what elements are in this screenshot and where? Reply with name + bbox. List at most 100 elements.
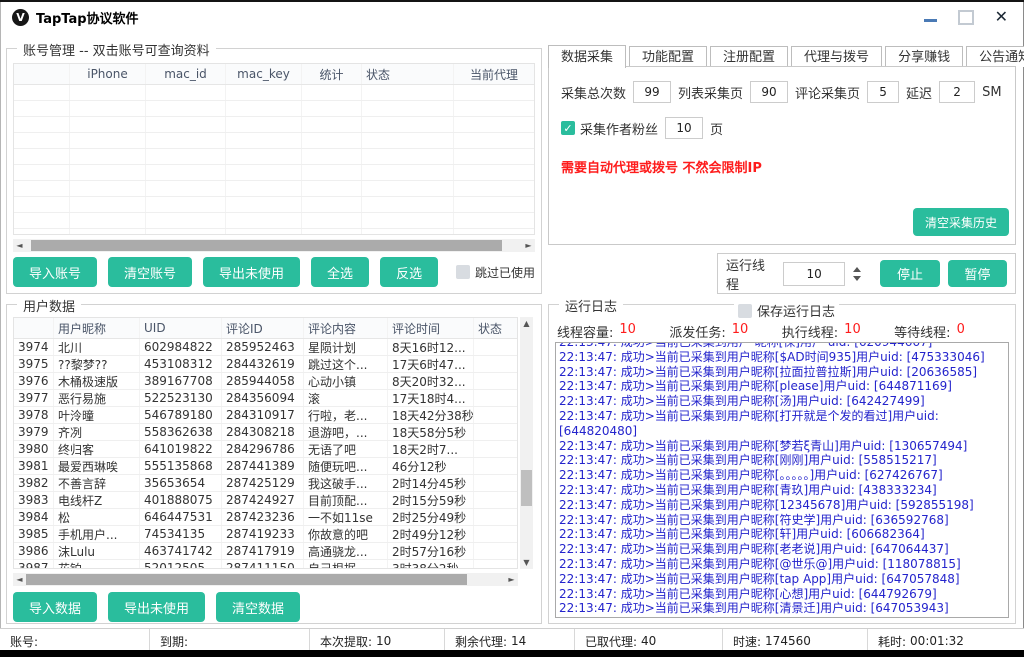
row-status xyxy=(474,424,517,440)
user-table-row[interactable]: 3974 北川 602984822 285952463 星陨计划 8天16时12… xyxy=(14,339,517,356)
row-time: 3时38分2秒 xyxy=(388,560,474,569)
user-action-button[interactable]: 导出未使用 xyxy=(108,592,205,622)
user-table-row[interactable]: 3982 不善言辞 35653654 287425129 我这破手... 2时1… xyxy=(14,475,517,492)
scroll-right-icon[interactable]: ► xyxy=(522,239,535,252)
row-uid: 558362638 xyxy=(140,424,222,440)
collect-fans-checkbox-wrap[interactable]: ✓ 采集作者粉丝 xyxy=(561,119,658,138)
account-table-hscrollbar[interactable]: ◄ ► xyxy=(13,239,535,252)
row-uid: 389167708 xyxy=(140,373,222,389)
user-table-row[interactable]: 3977 恶行易施 522523130 284356094 滚 17天18时4.… xyxy=(14,390,517,407)
user-table[interactable]: 用户昵称 UID 评论ID 评论内容 评论时间 状态 3974 北川 60298… xyxy=(13,317,518,569)
skip-used-checkbox[interactable] xyxy=(456,265,470,279)
row-time: 8天16时12... xyxy=(388,339,474,355)
user-action-button[interactable]: 导入数据 xyxy=(13,592,97,622)
scroll-left-icon[interactable]: ◄ xyxy=(13,239,26,252)
skip-used-checkbox-wrap[interactable]: 跳过已使用 xyxy=(456,264,535,281)
user-col-commentid: 评论ID xyxy=(222,318,304,338)
account-col-mackey: mac_key xyxy=(226,64,302,84)
account-empty-row[interactable] xyxy=(14,213,534,229)
total-count-input[interactable] xyxy=(633,81,671,103)
account-empty-row[interactable] xyxy=(14,229,534,235)
account-empty-row[interactable] xyxy=(14,101,534,117)
row-nickname: 电线杆Z xyxy=(54,492,140,508)
clear-history-button[interactable]: 清空采集历史 xyxy=(913,208,1009,236)
window-border-bottom xyxy=(0,650,1024,657)
account-table[interactable]: iPhone mac_id mac_key 统计 状态 当前代理 xyxy=(13,63,535,235)
scroll-right-icon[interactable]: ► xyxy=(505,573,518,586)
account-action-button[interactable]: 清空账号 xyxy=(108,257,192,287)
minimize-icon[interactable] xyxy=(924,19,937,22)
stepper-down-icon[interactable] xyxy=(853,276,861,281)
account-empty-row[interactable] xyxy=(14,133,534,149)
save-log-checkbox-wrap[interactable]: 保存运行日志 xyxy=(734,301,839,320)
user-table-row[interactable]: 3976 木桶极速版 389167708 285944058 心动小镇 8天20… xyxy=(14,373,517,390)
account-action-button[interactable]: 导入账号 xyxy=(13,257,97,287)
row-uid: 463741742 xyxy=(140,543,222,559)
skip-used-label: 跳过已使用 xyxy=(475,264,535,281)
thread-count-stepper[interactable] xyxy=(853,267,866,281)
user-table-row[interactable]: 3980 终归客 641019822 284296786 无语了吧 18天2时7… xyxy=(14,441,517,458)
run-log-legend: 运行日志 xyxy=(559,296,623,315)
account-buttons-row: 导入账号清空账号导出未使用全选反选 跳过已使用 xyxy=(13,257,535,287)
run-log-output[interactable]: 22:13:47: 成功>当前已采集到用户 昵称[保]用户 uid: [6209… xyxy=(555,342,1009,618)
stepper-up-icon[interactable] xyxy=(853,267,861,272)
tab-item[interactable]: 分享赚钱 xyxy=(885,46,963,67)
user-table-row[interactable]: 3985 手机用户... 74534135 287419233 你故意的吧 2时… xyxy=(14,526,517,543)
log-line: 22:13:47: 成功>当前已采集到用户昵称[梦若ξ青山]用户uid: [13… xyxy=(559,439,1005,454)
scroll-down-icon[interactable]: ▼ xyxy=(523,556,529,569)
account-empty-row[interactable] xyxy=(14,165,534,181)
tab-item[interactable]: 公告通知 xyxy=(966,46,1024,67)
scroll-left-icon[interactable]: ◄ xyxy=(13,573,26,586)
list-pages-input[interactable] xyxy=(750,81,788,103)
comment-pages-label: 评论采集页 xyxy=(795,83,860,102)
row-commentid: 287441389 xyxy=(222,458,304,474)
tab-item[interactable]: 功能配置 xyxy=(629,46,707,67)
scroll-up-icon[interactable]: ▲ xyxy=(523,317,529,330)
row-uid: 401888075 xyxy=(140,492,222,508)
tab-item[interactable]: 数据采集 xyxy=(548,45,626,68)
account-col-status: 状态 xyxy=(362,64,454,84)
account-empty-row[interactable] xyxy=(14,197,534,213)
user-action-button[interactable]: 清空数据 xyxy=(216,592,300,622)
status-label: 时速: xyxy=(733,633,761,650)
row-status xyxy=(474,441,517,457)
pause-button[interactable]: 暂停 xyxy=(948,260,1007,287)
user-table-row[interactable]: 3986 沫Lulu 463741742 287417919 高通骁龙... 2… xyxy=(14,543,517,560)
user-table-row[interactable]: 3981 最爱西琳唉 555135868 287441389 随便玩吧... 4… xyxy=(14,458,517,475)
fans-pages-input[interactable] xyxy=(665,117,703,139)
save-log-checkbox[interactable] xyxy=(738,304,752,318)
user-table-vscrollbar[interactable]: ▲ ▼ xyxy=(520,317,533,569)
thread-count-input[interactable] xyxy=(783,262,845,286)
user-table-row[interactable]: 3984 松 646447531 287423236 一不如11se 2时25分… xyxy=(14,509,517,526)
account-management-group: 账号管理 -- 双击账号可查询资料 iPhone mac_id mac_key … xyxy=(6,48,542,294)
user-table-row[interactable]: 3983 电线杆Z 401888075 287424927 目前顶配... 2时… xyxy=(14,492,517,509)
log-line: 22:13:47: 成功>当前已采集到用户昵称[tap App]用户uid: [… xyxy=(559,572,1005,587)
account-empty-row[interactable] xyxy=(14,149,534,165)
row-status xyxy=(474,373,517,389)
thread-count-label: 运行线程 xyxy=(726,255,775,293)
account-empty-row[interactable] xyxy=(14,181,534,197)
delay-input[interactable] xyxy=(939,81,975,103)
tab-item[interactable]: 代理与拨号 xyxy=(791,46,882,67)
collect-fans-checkbox[interactable]: ✓ xyxy=(561,121,575,135)
log-line: [644820480] xyxy=(559,424,1005,439)
account-action-button[interactable]: 反选 xyxy=(380,257,438,287)
log-line: 22:13:47: 成功>当前已采集到用户 昵称[保]用户 uid: [6209… xyxy=(559,342,1005,350)
proxy-warning-text: 需要自动代理或拨号 不然会限制IP xyxy=(561,157,762,176)
close-icon[interactable]: ✕ xyxy=(995,9,1008,25)
user-table-hscrollbar[interactable]: ◄ ► xyxy=(13,573,518,586)
user-table-row[interactable]: 3978 叶泠曈 546789180 284310917 行啦，老... 18天… xyxy=(14,407,517,424)
account-empty-row[interactable] xyxy=(14,117,534,133)
maximize-icon[interactable] xyxy=(958,10,974,25)
account-action-button[interactable]: 导出未使用 xyxy=(203,257,300,287)
row-index: 3983 xyxy=(14,492,54,508)
user-table-row[interactable]: 3975 ??黎梦?? 453108312 284432619 跳过这个... … xyxy=(14,356,517,373)
tab-item[interactable]: 注册配置 xyxy=(710,46,788,67)
user-table-row[interactable]: 3987 花铂 52012505 287411150 自己根据... 3时38分… xyxy=(14,560,517,569)
account-empty-row[interactable] xyxy=(14,85,534,101)
stop-button[interactable]: 停止 xyxy=(880,260,939,287)
comment-pages-input[interactable] xyxy=(867,81,899,103)
status-label: 耗时: xyxy=(878,633,906,650)
user-table-row[interactable]: 3979 齐冽 558362638 284308218 退游吧，... 18天5… xyxy=(14,424,517,441)
account-action-button[interactable]: 全选 xyxy=(311,257,369,287)
